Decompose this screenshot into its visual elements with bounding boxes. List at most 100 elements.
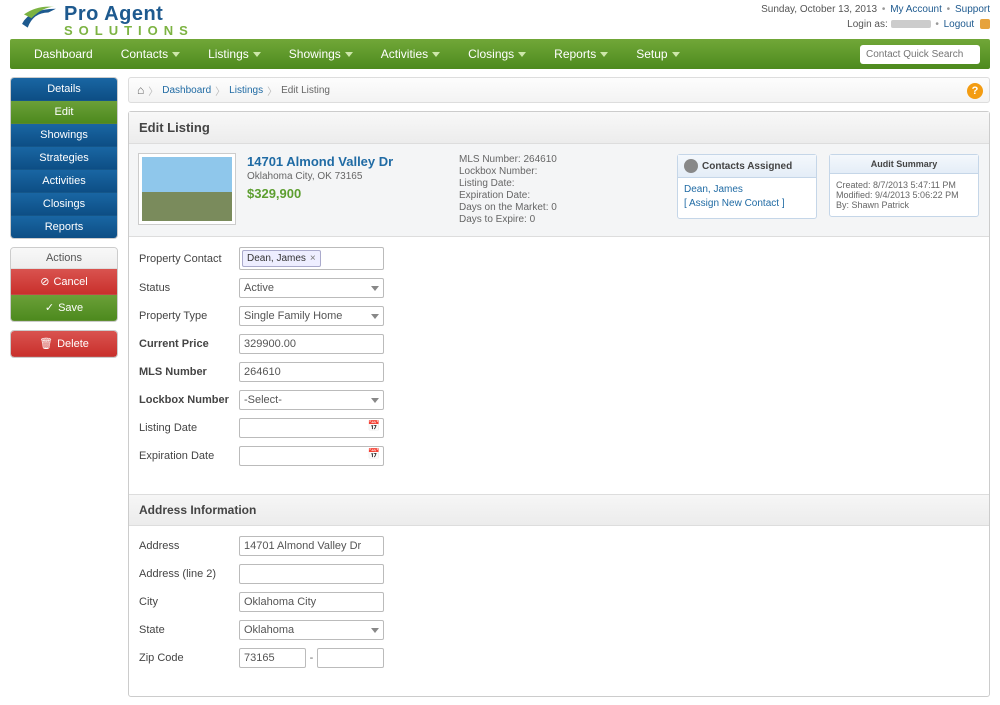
listing-price: $329,900 <box>247 186 447 201</box>
status-select[interactable]: Active <box>239 278 384 298</box>
chevron-down-icon <box>371 628 379 633</box>
main-nav: Dashboard Contacts Listings Showings Act… <box>10 39 990 69</box>
sidebar-showings[interactable]: Showings <box>11 124 117 147</box>
cancel-button[interactable]: ⊘Cancel <box>11 269 117 295</box>
mls-number-input[interactable] <box>239 362 384 382</box>
logo-text-main: Pro Agent <box>64 4 194 24</box>
listing-date-label: Listing Date <box>139 422 239 434</box>
remove-tag-icon[interactable]: × <box>310 253 316 264</box>
address-input[interactable] <box>239 536 384 556</box>
listing-photo <box>139 154 235 224</box>
crumb-current: Edit Listing <box>281 85 330 96</box>
contact-link[interactable]: Dean, James <box>684 184 810 195</box>
sidebar-details[interactable]: Details <box>11 78 117 101</box>
city-input[interactable] <box>239 592 384 612</box>
check-icon: ✓ <box>45 302 54 314</box>
nav-reports[interactable]: Reports <box>540 39 622 69</box>
chevron-down-icon <box>600 52 608 57</box>
save-button[interactable]: ✓Save <box>11 295 117 321</box>
audit-created: Created: 8/7/2013 5:47:11 PM <box>836 180 972 190</box>
mls-expiration: Expiration Date: <box>459 190 639 201</box>
sidebar-edit[interactable]: Edit <box>11 101 117 124</box>
sidebar-reports[interactable]: Reports <box>11 216 117 238</box>
chevron-down-icon <box>172 52 180 57</box>
mls-listing-date: Listing Date: <box>459 178 639 189</box>
crumb-dashboard[interactable]: Dashboard <box>162 85 211 96</box>
chevron-down-icon <box>371 398 379 403</box>
chevron-down-icon <box>432 52 440 57</box>
logo-text-sub: SOLUTIONS <box>64 24 194 37</box>
audit-summary-box: Audit Summary Created: 8/7/2013 5:47:11 … <box>829 154 979 217</box>
address-section-head: Address Information <box>129 494 989 526</box>
listing-city-state: Oklahoma City, OK 73165 <box>247 171 447 182</box>
login-as-user <box>891 20 931 28</box>
nav-activities[interactable]: Activities <box>367 39 454 69</box>
mls-lockbox: Lockbox Number: <box>459 166 639 177</box>
assign-new-contact[interactable]: [ Assign New Contact ] <box>684 198 810 209</box>
header-date: Sunday, October 13, 2013 <box>761 4 877 15</box>
nav-dashboard[interactable]: Dashboard <box>20 39 107 69</box>
lock-icon <box>980 19 990 29</box>
chevron-down-icon <box>371 314 379 319</box>
sidebar-strategies[interactable]: Strategies <box>11 147 117 170</box>
nav-closings[interactable]: Closings <box>454 39 540 69</box>
actions-head: Actions <box>11 248 117 269</box>
chevron-down-icon <box>518 52 526 57</box>
lockbox-select[interactable]: -Select- <box>239 390 384 410</box>
property-type-select[interactable]: Single Family Home <box>239 306 384 326</box>
contact-quick-search[interactable] <box>860 45 980 64</box>
breadcrumb: ⌂ 〉 Dashboard 〉 Listings 〉 Edit Listing … <box>128 77 990 103</box>
mls-dom: Days on the Market: 0 <box>459 202 639 213</box>
address2-label: Address (line 2) <box>139 568 239 580</box>
nav-showings[interactable]: Showings <box>275 39 367 69</box>
nav-listings[interactable]: Listings <box>194 39 275 69</box>
lockbox-label: Lockbox Number <box>139 394 239 406</box>
chevron-down-icon <box>345 52 353 57</box>
support-link[interactable]: Support <box>955 4 990 15</box>
mls-dte: Days to Expire: 0 <box>459 214 639 225</box>
crumb-listings[interactable]: Listings <box>229 85 263 96</box>
chevron-down-icon <box>253 52 261 57</box>
zip4-input[interactable] <box>317 648 384 668</box>
logo-icon <box>20 5 58 37</box>
logo: Pro Agent SOLUTIONS <box>20 4 194 37</box>
trash-icon: 🗑 <box>39 338 53 350</box>
current-price-label: Current Price <box>139 338 239 350</box>
property-contact-tag[interactable]: Dean, James× <box>242 250 321 267</box>
state-select[interactable]: Oklahoma <box>239 620 384 640</box>
nav-setup[interactable]: Setup <box>622 39 693 69</box>
page-title: Edit Listing <box>129 112 989 144</box>
zip-input[interactable] <box>239 648 306 668</box>
listing-date-input[interactable] <box>239 418 384 438</box>
city-label: City <box>139 596 239 608</box>
mls-number-label: MLS Number <box>139 366 239 378</box>
listing-address: 14701 Almond Valley Dr <box>247 154 447 169</box>
audit-by: By: Shawn Patrick <box>836 200 972 210</box>
contacts-assigned-box: Contacts Assigned Dean, James [ Assign N… <box>677 154 817 219</box>
property-contact-label: Property Contact <box>139 253 239 265</box>
status-label: Status <box>139 282 239 294</box>
login-as-label: Login as: <box>847 19 888 30</box>
help-icon[interactable]: ? <box>967 83 983 99</box>
my-account-link[interactable]: My Account <box>890 4 942 15</box>
current-price-input[interactable] <box>239 334 384 354</box>
people-icon <box>684 159 698 173</box>
chevron-down-icon <box>371 286 379 291</box>
sidebar-activities[interactable]: Activities <box>11 170 117 193</box>
delete-button[interactable]: 🗑Delete <box>11 331 117 357</box>
nav-contacts[interactable]: Contacts <box>107 39 194 69</box>
expiration-date-input[interactable] <box>239 446 384 466</box>
property-type-label: Property Type <box>139 310 239 322</box>
cancel-icon: ⊘ <box>40 276 49 288</box>
chevron-down-icon <box>672 52 680 57</box>
address-label: Address <box>139 540 239 552</box>
home-icon[interactable]: ⌂ <box>137 83 144 97</box>
state-label: State <box>139 624 239 636</box>
sidebar-closings[interactable]: Closings <box>11 193 117 216</box>
logout-link[interactable]: Logout <box>944 19 975 30</box>
calendar-icon[interactable]: 📅 <box>368 449 380 460</box>
expiration-date-label: Expiration Date <box>139 450 239 462</box>
address2-input[interactable] <box>239 564 384 584</box>
zip-label: Zip Code <box>139 652 239 664</box>
calendar-icon[interactable]: 📅 <box>368 421 380 432</box>
